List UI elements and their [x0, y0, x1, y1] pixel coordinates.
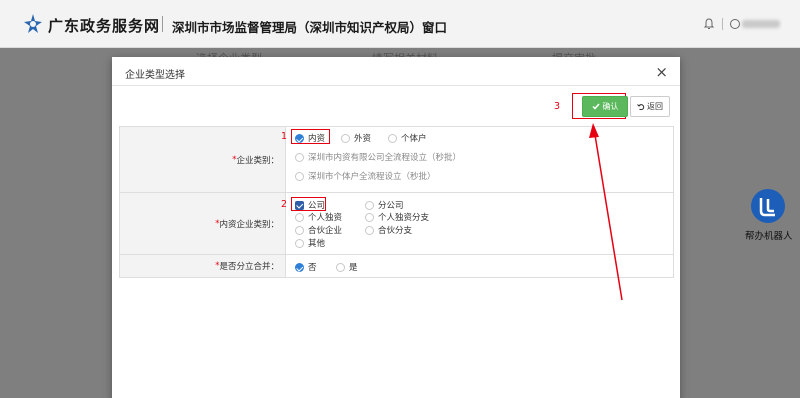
site-logo-icon [24, 14, 42, 33]
option-other[interactable]: 其他 [295, 237, 325, 249]
domestic-type-label-cell: * 内资企业类别： [120, 193, 286, 254]
back-button[interactable]: 返回 [630, 96, 670, 117]
option-company-label: 公司 [308, 201, 326, 211]
option-sole-proprietorship-branch-label: 个人独资分支 [378, 213, 430, 223]
option-no[interactable]: 否 [295, 261, 317, 273]
domestic-type-options: 2 公司 分公司 个人独资 个人独资分支 合伙企业 合伙分支 其他 [281, 193, 673, 254]
option-individual-label: 个体户 [401, 134, 427, 144]
option-partnership-branch-label: 合伙分支 [378, 226, 413, 236]
option-yes[interactable]: 是 [336, 261, 358, 273]
back-button-label: 返回 [647, 102, 663, 111]
user-name-blurred[interactable] [742, 20, 780, 28]
option-partnership[interactable]: 合伙企业 [295, 224, 342, 236]
option-partnership-label: 合伙企业 [308, 226, 343, 236]
enterprise-type-label: 企业类别： [236, 155, 279, 166]
check-icon [591, 103, 600, 110]
header-divider-2 [722, 18, 723, 30]
enterprise-type-dialog: 企业类型选择 × 3 确认 返回 * 企业类别： 1 内资 外资 个体户 深圳市内… [112, 57, 680, 398]
split-merge-label: 是否分立合并： [219, 262, 279, 272]
option-other-label: 其他 [308, 239, 326, 249]
annotation-number-3: 3 [554, 101, 561, 112]
header-divider [162, 16, 163, 32]
radio-icon [341, 133, 350, 143]
option-sole-proprietorship-branch[interactable]: 个人独资分支 [365, 211, 429, 223]
option-company[interactable]: 公司 [295, 199, 325, 211]
option-branch-label: 分公司 [378, 201, 404, 211]
annotation-number-1: 1 [281, 131, 288, 142]
annotation-number-2: 2 [281, 199, 288, 210]
enterprise-type-label-cell: * 企业类别： [120, 127, 286, 192]
split-merge-row: * 是否分立合并： 否 是 [120, 255, 673, 277]
domestic-type-row: * 内资企业类别： 2 公司 分公司 个人独资 个人独资分支 合伙企业 合伙分支 … [120, 193, 673, 255]
option-domestic-fast-track-label: 深圳市内资有限公司全流程设立（秒批） [308, 153, 462, 163]
radio-icon [365, 225, 374, 235]
site-name[interactable]: 广东政务服务网 [48, 15, 160, 36]
option-foreign[interactable]: 外资 [341, 132, 371, 144]
option-individual[interactable]: 个体户 [388, 132, 427, 144]
radio-icon [388, 133, 397, 143]
radio-icon [336, 262, 345, 272]
split-merge-label-cell: * 是否分立合并： [120, 255, 286, 277]
option-individual-fast-track[interactable]: 深圳市个体户全流程设立（秒批） [295, 170, 436, 182]
option-sole-proprietorship[interactable]: 个人独资 [295, 211, 342, 223]
option-individual-fast-track-label: 深圳市个体户全流程设立（秒批） [308, 172, 436, 182]
radio-icon [365, 212, 374, 222]
user-icon[interactable] [730, 19, 740, 29]
radio-icon [295, 152, 304, 162]
split-merge-options: 否 是 [286, 255, 673, 277]
robot-helper-label[interactable]: 帮办机器人 [745, 228, 793, 242]
radio-icon [295, 225, 304, 235]
form-table: * 企业类别： 1 内资 外资 个体户 深圳市内资有限公司全流程设立（秒批） 深圳… [119, 126, 674, 278]
option-sole-proprietorship-label: 个人独资 [308, 213, 343, 223]
option-yes-label: 是 [349, 263, 358, 273]
radio-icon [295, 171, 304, 181]
radio-icon [295, 238, 304, 248]
top-bar: 广东政务服务网 深圳市市场监督管理局（深圳市知识产权局）窗口 [0, 0, 800, 48]
undo-icon [637, 103, 645, 110]
checkbox-checked-icon [295, 200, 304, 210]
dialog-header: 企业类型选择 × [112, 57, 680, 86]
confirm-button[interactable]: 确认 [582, 96, 628, 117]
radio-icon [365, 200, 374, 210]
confirm-button-label: 确认 [602, 102, 619, 111]
option-domestic-label: 内资 [308, 134, 326, 144]
department-name: 深圳市市场监督管理局（深圳市知识产权局）窗口 [172, 20, 448, 35]
option-branch[interactable]: 分公司 [365, 199, 404, 211]
option-partnership-branch[interactable]: 合伙分支 [365, 224, 412, 236]
option-domestic-fast-track[interactable]: 深圳市内资有限公司全流程设立（秒批） [295, 151, 461, 163]
option-foreign-label: 外资 [354, 134, 372, 144]
robot-helper-icon[interactable] [751, 189, 785, 223]
option-no-label: 否 [308, 263, 317, 273]
enterprise-type-options: 1 内资 外资 个体户 深圳市内资有限公司全流程设立（秒批） 深圳市个体户全流程… [281, 127, 673, 192]
dialog-title: 企业类型选择 [125, 70, 185, 81]
enterprise-type-row: * 企业类别： 1 内资 外资 个体户 深圳市内资有限公司全流程设立（秒批） 深圳… [120, 127, 673, 193]
domestic-type-label: 内资企业类别： [219, 219, 279, 230]
radio-checked-icon [295, 262, 304, 272]
radio-checked-icon [295, 133, 304, 143]
option-domestic[interactable]: 内资 [295, 132, 325, 144]
radio-icon [295, 212, 304, 222]
bell-icon[interactable] [703, 18, 715, 30]
close-icon[interactable]: × [655, 63, 668, 81]
